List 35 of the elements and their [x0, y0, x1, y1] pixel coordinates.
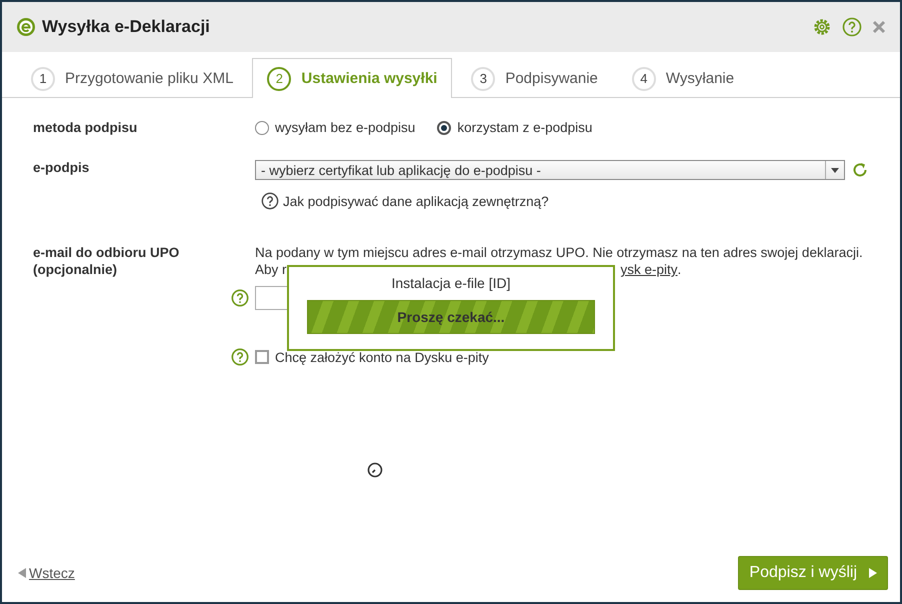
logo-icon [16, 17, 36, 37]
help-icon[interactable] [842, 17, 862, 37]
info-text: . [678, 261, 682, 278]
dialog-title: Instalacja e-file [ID] [391, 275, 511, 291]
back-link[interactable]: Wstecz [18, 565, 75, 581]
close-icon[interactable] [872, 20, 886, 34]
caret-icon [831, 168, 839, 172]
help-icon [261, 192, 279, 210]
radio-button[interactable] [437, 120, 452, 134]
settings-icon[interactable] [812, 17, 832, 37]
checkbox[interactable] [255, 350, 269, 364]
step-tab[interactable]: 3 Podpisywanie [456, 58, 613, 98]
step-tab[interactable]: 4 Wysyłanie [616, 58, 750, 98]
help-link[interactable]: Jak podpisywać dane aplikacją zewnętrzną? [283, 194, 549, 208]
checkbox-label: Chcę założyć konto na Dysku e-pity [275, 350, 489, 364]
info-text: Aby r [255, 261, 287, 278]
step-tab[interactable]: 1 Przygotowanie pliku XML [16, 58, 248, 98]
refresh-icon[interactable] [851, 161, 869, 179]
field-label: metoda podpisu [33, 120, 138, 135]
busy-cursor-icon [367, 462, 383, 478]
help-icon[interactable] [231, 289, 249, 307]
radio-option[interactable]: korzystam z e-podpisu [437, 120, 592, 135]
caret-icon [869, 568, 877, 578]
field-label: e-podpis [33, 160, 90, 177]
caret-icon [18, 568, 26, 578]
radio-option[interactable]: wysyłam bez e-podpisu [255, 120, 416, 135]
help-icon[interactable] [231, 348, 249, 366]
drive-link[interactable]: ysk e-pity [620, 261, 678, 278]
email-field[interactable] [255, 286, 289, 310]
field-label: e-mail do odbioru UPO (opcjonalnie) [33, 244, 180, 279]
info-text: Na podany w tym miejscu adres e-mail otrzymasz UPO. Nie otrzymasz na ten adres swojej deklaracji. [255, 244, 863, 261]
certificate-dropdown[interactable]: - wybierz certyfikat lub aplikację do e-podpisu - [255, 160, 845, 180]
window-title: Wysyłka e-Deklaracji [42, 17, 210, 37]
progress-text: Proszę czekać... [397, 309, 505, 325]
radio-button[interactable] [255, 120, 269, 134]
